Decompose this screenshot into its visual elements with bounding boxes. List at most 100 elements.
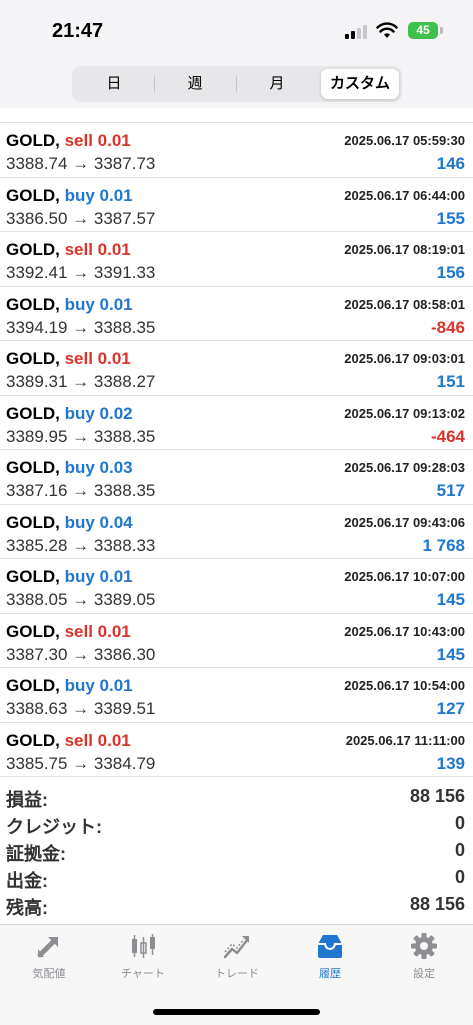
- segment-day[interactable]: 日: [75, 69, 153, 99]
- symbol-name: GOLD,: [6, 240, 60, 259]
- header: 日 週 月 カスタム: [0, 60, 473, 108]
- quotes-icon: [37, 937, 58, 958]
- symbol-name: GOLD,: [6, 567, 60, 586]
- trade-profit: 145: [436, 644, 465, 664]
- trade-date: 2025.06.17 09:43:06: [344, 514, 465, 530]
- tab-label: 気配値: [32, 968, 66, 980]
- trade-symbol: GOLD, sell 0.01: [6, 731, 131, 751]
- trade-volume: 0.03: [99, 458, 133, 477]
- trade-prices: 3392.41 → 3391.33: [6, 263, 156, 282]
- trade-prices: 3387.30 → 3386.30: [6, 644, 156, 664]
- trade-side: buy 0.01: [65, 676, 133, 695]
- tab-label: トレード: [215, 968, 259, 980]
- trade-date: 2025.06.17 09:03:01: [344, 351, 465, 366]
- home-indicator[interactable]: [153, 1009, 320, 1015]
- table-row[interactable]: GOLD, sell 0.01 2025.06.17 09:03:01 3389.3…: [0, 341, 473, 396]
- segment-month[interactable]: 月: [238, 69, 316, 99]
- summary-label: 出金:: [6, 871, 48, 891]
- side-label: sell: [64, 349, 93, 368]
- trade-side: sell 0.01: [65, 731, 131, 750]
- summary-label: 損益:: [6, 790, 48, 810]
- symbol-name: GOLD,: [6, 512, 60, 532]
- trade-side: buy 0.01: [65, 186, 133, 205]
- summary-withdrawal: 出金: 0: [0, 865, 473, 892]
- trade-side: buy 0.04: [65, 513, 133, 532]
- symbol-name: GOLD,: [6, 621, 60, 641]
- tab-trade[interactable]: トレード: [190, 931, 284, 991]
- trade-side: buy 0.01: [65, 567, 133, 586]
- table-row[interactable]: GOLD, sell 0.01 2025.06.17 05:59:30 3388.7…: [0, 123, 473, 178]
- trade-symbol: GOLD, sell 0.01: [6, 622, 131, 642]
- trade-profit: 156: [436, 263, 465, 282]
- trade-prices: 3386.50 → 3387.57: [6, 208, 156, 228]
- table-row[interactable]: GOLD, sell 0.01 2025.06.17 11:11:00 3385.7…: [0, 723, 473, 777]
- trade-volume: 0.01: [97, 349, 131, 368]
- side-label: sell: [64, 730, 93, 750]
- summary-value: 0: [454, 813, 465, 833]
- trade-history-list[interactable]: GOLD, sell 0.01 2025.06.17 05:59:30 3388.7…: [0, 108, 473, 778]
- segment-custom[interactable]: カスタム: [321, 69, 399, 99]
- table-row[interactable]: GOLD, buy 0.02 2025.06.17 09:13:02 3389.95…: [0, 396, 473, 450]
- trade-profit: 127: [436, 699, 465, 718]
- table-row[interactable]: GOLD, buy 0.01 2025.06.17 10:07:00 3388.05…: [0, 559, 473, 614]
- trade-volume: 0.04: [99, 512, 133, 532]
- trade-prices: 3394.19 → 3388.35: [6, 317, 156, 337]
- tab-settings[interactable]: 設定: [377, 931, 471, 991]
- symbol-name: GOLD,: [6, 458, 60, 477]
- table-row[interactable]: GOLD, buy 0.04 2025.06.17 09:43:06 3385.28…: [0, 505, 473, 559]
- trade-profit: 151: [436, 372, 465, 391]
- tab-quotes[interactable]: 気配値: [2, 931, 96, 991]
- table-row[interactable]: GOLD, buy 0.01 2025.06.17 10:54:00 3388.63…: [0, 668, 473, 723]
- trade-prices: 3389.95 → 3388.35: [6, 426, 156, 446]
- trade-side: buy 0.03: [65, 458, 133, 477]
- tab-label: 設定: [413, 968, 435, 980]
- summary-value: 0: [454, 840, 465, 860]
- trade-profit: 139: [436, 753, 465, 773]
- trade-prices: 3385.75 → 3384.79: [6, 753, 156, 773]
- trade-symbol: GOLD, buy 0.01: [6, 186, 133, 206]
- summary-panel: 損益: 88 156 クレジット: 0 証拠金: 0 出金: 0 残高: 88 …: [0, 784, 473, 924]
- trade-side: sell 0.01: [65, 349, 131, 368]
- battery-icon: 45: [408, 22, 438, 39]
- trade-prices: 3389.31 → 3388.27: [6, 372, 156, 391]
- trade-side: sell 0.01: [65, 240, 131, 259]
- symbol-name: GOLD,: [6, 131, 60, 150]
- trade-volume: 0.01: [99, 185, 133, 205]
- segment-week[interactable]: 週: [156, 69, 234, 99]
- trade-volume: 0.01: [97, 240, 131, 259]
- table-row-clipped: [0, 108, 473, 123]
- trade-profit: 517: [436, 481, 465, 500]
- table-row[interactable]: GOLD, buy 0.01 2025.06.17 06:44:00 3386.50…: [0, 178, 473, 232]
- trade-side: buy 0.02: [65, 404, 133, 423]
- tab-chart[interactable]: チャート: [96, 931, 190, 991]
- table-row[interactable]: GOLD, buy 0.03 2025.06.17 09:28:03 3387.16…: [0, 450, 473, 505]
- side-label: buy: [64, 458, 95, 477]
- trade-side: sell 0.01: [65, 131, 131, 150]
- table-row[interactable]: GOLD, buy 0.01 2025.06.17 08:58:01 3394.19…: [0, 287, 473, 341]
- side-label: sell: [64, 131, 93, 150]
- side-label: buy: [64, 294, 95, 314]
- tab-label: 履歴: [319, 968, 341, 980]
- trade-date: 2025.06.17 10:43:00: [344, 623, 465, 639]
- trade-symbol: GOLD, sell 0.01: [6, 131, 131, 151]
- symbol-name: GOLD,: [6, 185, 60, 205]
- symbol-name: GOLD,: [6, 349, 60, 368]
- trade-volume: 0.01: [97, 131, 131, 150]
- trade-date: 2025.06.17 10:54:00: [344, 678, 465, 693]
- trade-prices: 3388.63 → 3389.51: [6, 699, 156, 718]
- trade-prices: 3385.28 → 3388.33: [6, 535, 156, 555]
- trade-prices: 3388.74 → 3387.73: [6, 154, 156, 173]
- status-bar: 21:47 45: [0, 0, 473, 60]
- tab-history[interactable]: 履歴: [283, 931, 377, 991]
- summary-profit: 損益: 88 156: [0, 784, 473, 811]
- trade-date: 2025.06.17 08:58:01: [344, 296, 465, 312]
- trade-date: 2025.06.17 06:44:00: [344, 187, 465, 203]
- table-row[interactable]: GOLD, sell 0.01 2025.06.17 08:19:01 3392.4…: [0, 232, 473, 287]
- table-row[interactable]: GOLD, sell 0.01 2025.06.17 10:43:00 3387.3…: [0, 614, 473, 668]
- trade-volume: 0.01: [97, 621, 131, 641]
- symbol-name: GOLD,: [6, 676, 60, 695]
- side-label: buy: [64, 185, 95, 205]
- side-label: buy: [64, 567, 95, 586]
- summary-label: 証拠金:: [6, 844, 66, 864]
- trade-symbol: GOLD, sell 0.01: [6, 349, 131, 369]
